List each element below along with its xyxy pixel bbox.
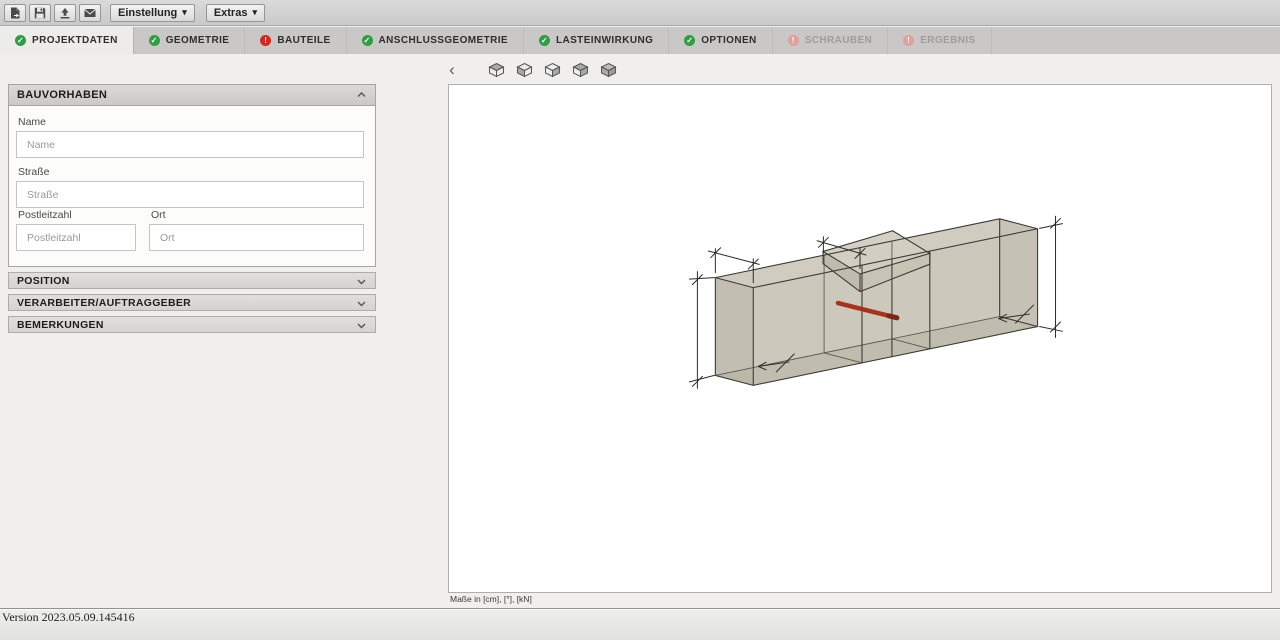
tab-schrauben: SCHRAUBEN [773, 27, 889, 54]
tab-lasteinwirkung[interactable]: LASTEINWIRKUNG [524, 27, 669, 54]
view-button-4[interactable] [570, 60, 591, 79]
open-project-icon [8, 6, 22, 20]
strasse-label: Straße [18, 166, 364, 178]
view-button-1[interactable] [486, 60, 507, 79]
bauvorhaben-form: Name Straße Postleitzahl Ort [9, 106, 375, 266]
chevron-down-icon [357, 323, 366, 329]
units-caption: Maße in [cm], [°], [kN] [450, 594, 532, 604]
section-header-verarbeiter-auftraggeber[interactable]: VERARBEITER/AUFTRAGGEBER [8, 294, 376, 311]
section-bauvorhaben: BAUVORHABEN Name Straße Postleitzahl Ort [8, 84, 376, 267]
status-error-icon [788, 35, 799, 46]
section-title: BAUVORHABEN [17, 89, 107, 101]
tab-label: LASTEINWIRKUNG [556, 35, 653, 46]
upload-icon [58, 6, 72, 20]
caret-down-icon: ▾ [182, 7, 187, 18]
chevron-down-icon [357, 279, 366, 285]
extras-menu[interactable]: Extras ▾ [206, 4, 265, 22]
extras-menu-label: Extras [214, 7, 248, 19]
ort-label: Ort [151, 209, 364, 221]
view-cube-icon [600, 62, 617, 78]
section-header-position[interactable]: POSITION [8, 272, 376, 289]
save-button[interactable] [29, 4, 51, 22]
tab-label: ANSCHLUSSGEOMETRIE [379, 35, 508, 46]
tab-projektdaten[interactable]: PROJEKTDATEN [0, 27, 134, 54]
view-button-2[interactable] [514, 60, 535, 79]
3d-model-canvas[interactable] [449, 85, 1271, 592]
view-cube-icon [516, 62, 533, 78]
section-header-bauvorhaben[interactable]: BAUVORHABEN [9, 85, 375, 106]
mail-button[interactable] [79, 4, 101, 22]
view-button-5[interactable] [598, 60, 619, 79]
save-icon [33, 6, 47, 20]
status-ok-icon [539, 35, 550, 46]
name-label: Name [18, 116, 364, 128]
main-toolbar: Einstellung ▾ Extras ▾ [0, 0, 1280, 26]
tab-anschlussgeometrie[interactable]: ANSCHLUSSGEOMETRIE [347, 27, 524, 54]
tab-label: GEOMETRIE [166, 35, 230, 46]
status-ok-icon [684, 35, 695, 46]
plz-ort-row: Postleitzahl Ort [16, 208, 364, 251]
strasse-input[interactable] [16, 181, 364, 208]
chevron-down-icon [357, 301, 366, 307]
view-cube-icon [544, 62, 561, 78]
ort-input[interactable] [149, 224, 364, 251]
mail-icon [83, 6, 97, 20]
beam-model [715, 219, 1037, 386]
tab-label: SCHRAUBEN [805, 35, 873, 46]
status-ok-icon [362, 35, 373, 46]
version-text: Version 2023.05.09.145416 [0, 609, 1280, 625]
view-button-3[interactable] [542, 60, 563, 79]
view-cube-icon [488, 62, 505, 78]
open-project-button[interactable] [4, 4, 26, 22]
view-cube-icon [572, 62, 589, 78]
tab-bauteile[interactable]: BAUTEILE [245, 27, 346, 54]
postleitzahl-input[interactable] [16, 224, 136, 251]
status-ok-icon [15, 35, 26, 46]
tab-label: OPTIONEN [701, 35, 756, 46]
status-bar: Version 2023.05.09.145416 [0, 608, 1280, 640]
upload-button[interactable] [54, 4, 76, 22]
status-ok-icon [149, 35, 160, 46]
project-data-panel: BAUVORHABEN Name Straße Postleitzahl Ort [8, 84, 376, 333]
tab-geometrie[interactable]: GEOMETRIE [134, 27, 246, 54]
tab-label: PROJEKTDATEN [32, 35, 118, 46]
section-title: POSITION [17, 275, 70, 287]
einstellung-menu-label: Einstellung [118, 7, 177, 19]
chevron-up-icon [357, 92, 366, 98]
section-title: VERARBEITER/AUFTRAGGEBER [17, 297, 191, 309]
back-button[interactable]: ‹ [444, 60, 460, 80]
3d-viewport[interactable] [448, 84, 1272, 593]
einstellung-menu[interactable]: Einstellung ▾ [110, 4, 195, 22]
tab-ergebnis: ERGEBNIS [888, 27, 991, 54]
caret-down-icon: ▾ [252, 7, 257, 18]
tab-label: ERGEBNIS [920, 35, 975, 46]
postleitzahl-label: Postleitzahl [18, 209, 136, 221]
status-error-icon [903, 35, 914, 46]
viewport-toolbar: ‹ [444, 59, 619, 80]
status-error-icon [260, 35, 271, 46]
name-input[interactable] [16, 131, 364, 158]
tab-optionen[interactable]: OPTIONEN [669, 27, 772, 54]
wizard-tabbar: PROJEKTDATEN GEOMETRIE BAUTEILE ANSCHLUS… [0, 27, 1280, 54]
tab-label: BAUTEILE [277, 35, 330, 46]
section-title: BEMERKUNGEN [17, 319, 104, 331]
section-header-bemerkungen[interactable]: BEMERKUNGEN [8, 316, 376, 333]
